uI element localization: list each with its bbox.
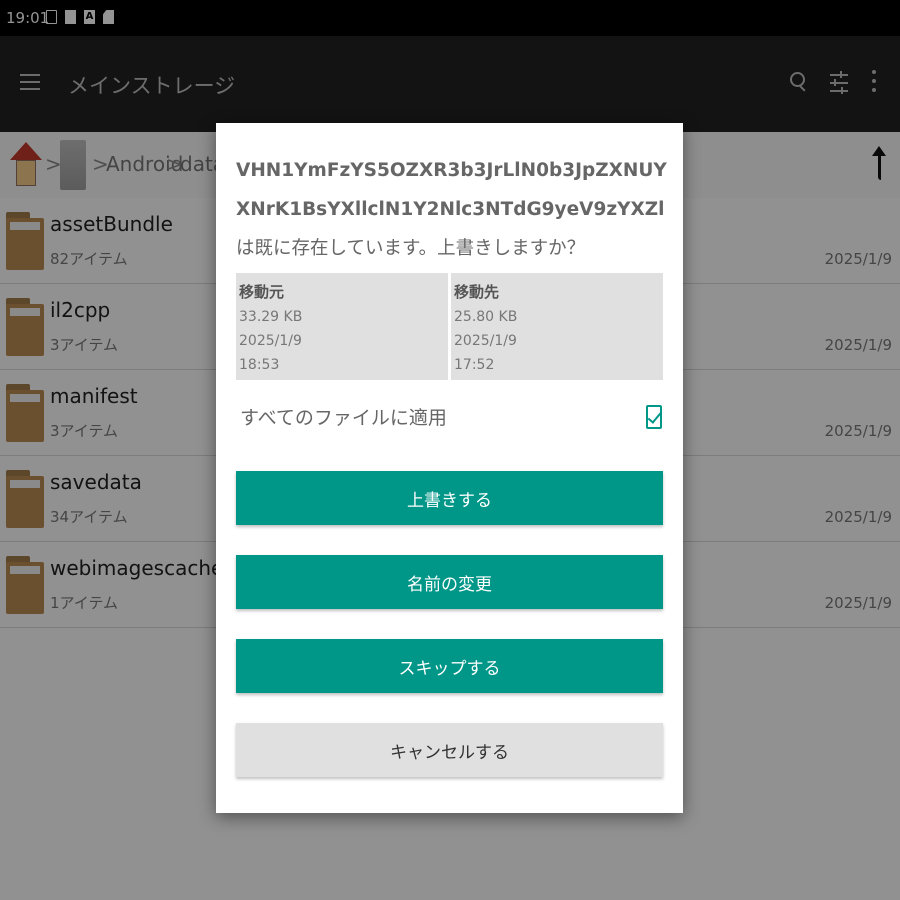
destination-time: 17:52 — [454, 357, 495, 373]
source-label: 移動元 — [239, 283, 285, 301]
source-size: 33.29 KB — [239, 309, 303, 325]
dialog-question: は既に存在しています。上書きしますか？ — [236, 238, 586, 259]
overwrite-dialog: VHN1YmFzYS5OZXR3b3JrLlN0b3JpZXNUYXNrK1Bs… — [216, 123, 683, 813]
overwrite-button[interactable]: 上書きする — [236, 471, 663, 525]
dialog-message: VHN1YmFzYS5OZXR3b3JrLlN0b3JpZXNUYXNrK1Bs… — [236, 151, 668, 268]
apply-all-label: すべてのファイルに適用 — [240, 407, 447, 429]
skip-button[interactable]: スキップする — [236, 639, 663, 693]
destination-file-info: 移動先 25.80 KB 2025/1/9 17:52 — [451, 273, 663, 380]
destination-size: 25.80 KB — [454, 309, 518, 325]
conflict-filename: VHN1YmFzYS5OZXR3b3JrLlN0b3JpZXNUYXNrK1Bs… — [236, 160, 667, 220]
destination-label: 移動先 — [454, 283, 500, 301]
source-time: 18:53 — [239, 357, 280, 373]
source-date: 2025/1/9 — [239, 333, 302, 349]
file-comparison: 移動元 33.29 KB 2025/1/9 18:53 移動先 25.80 KB… — [236, 273, 663, 380]
source-file-info: 移動元 33.29 KB 2025/1/9 18:53 — [236, 273, 448, 380]
apply-all-checkbox[interactable] — [646, 405, 662, 429]
rename-button[interactable]: 名前の変更 — [236, 555, 663, 609]
destination-date: 2025/1/9 — [454, 333, 517, 349]
cancel-button[interactable]: キャンセルする — [236, 723, 663, 777]
